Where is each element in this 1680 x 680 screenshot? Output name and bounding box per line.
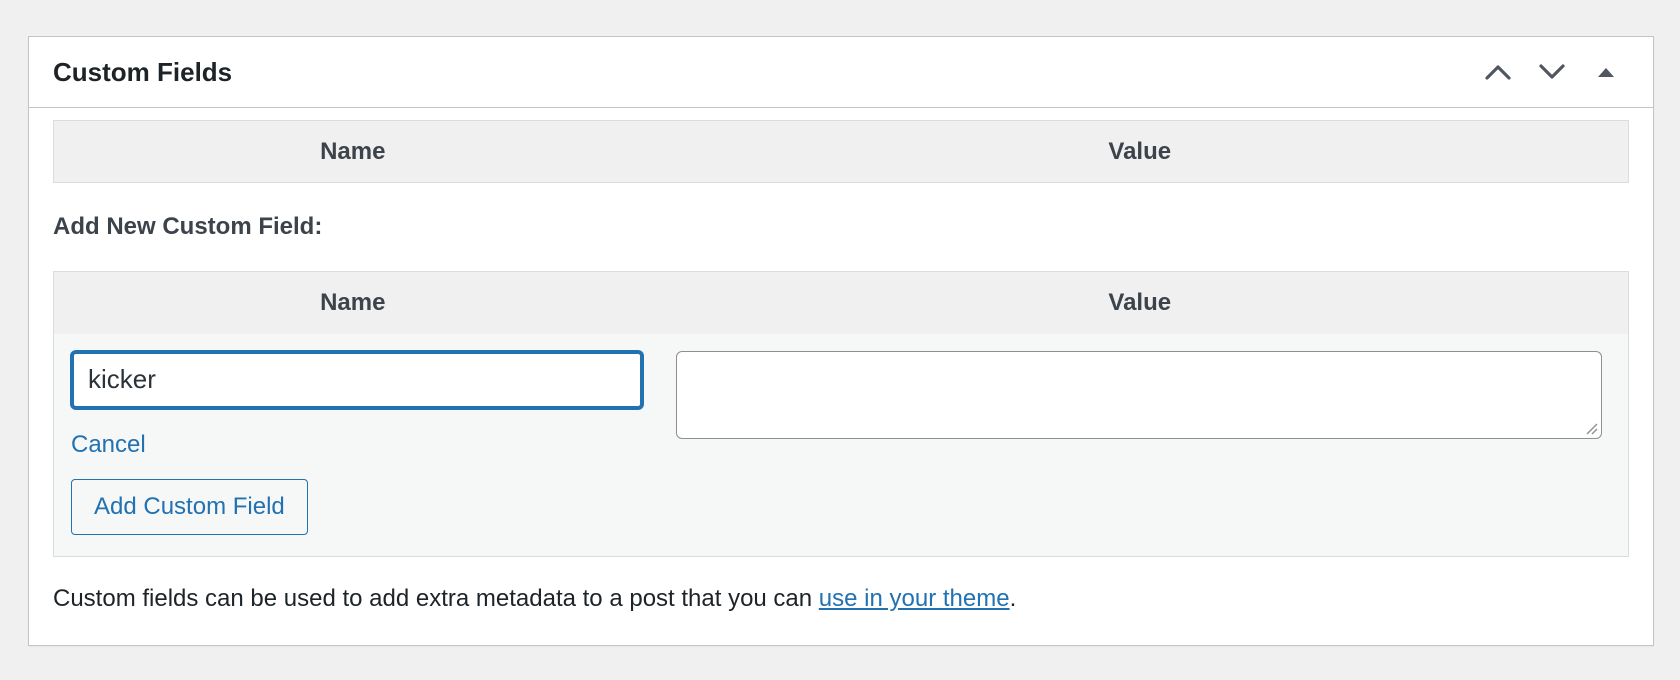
existing-fields-table: Name Value — [53, 120, 1629, 183]
help-text-suffix: . — [1009, 584, 1017, 612]
toggle-panel-button[interactable] — [1583, 49, 1629, 95]
existing-value-header: Value — [651, 120, 1629, 183]
chevron-down-icon — [1539, 64, 1565, 79]
add-new-field-table: Name Value Cancel Add Custom Field — [53, 271, 1629, 557]
metabox-header-actions — [1475, 49, 1629, 95]
custom-fields-metabox: Custom Fields Name Value Add New Custom … — [28, 36, 1654, 646]
metabox-header: Custom Fields — [29, 37, 1653, 108]
help-text-prefix: Custom fields can be used to add extra m… — [53, 584, 819, 612]
new-value-cell — [652, 334, 1628, 556]
new-name-cell: Cancel Add Custom Field — [54, 334, 652, 556]
use-in-theme-link[interactable]: use in your theme — [819, 585, 1010, 612]
new-value-header: Value — [651, 271, 1629, 334]
add-custom-field-button[interactable]: Add Custom Field — [71, 478, 308, 535]
cancel-link[interactable]: Cancel — [71, 431, 146, 459]
custom-fields-help-text: Custom fields can be used to add extra m… — [53, 557, 1629, 613]
move-up-button[interactable] — [1475, 49, 1521, 95]
existing-name-header: Name — [53, 120, 652, 183]
new-field-row: Cancel Add Custom Field — [53, 333, 1629, 556]
chevron-up-icon — [1485, 65, 1511, 80]
metabox-title: Custom Fields — [53, 56, 233, 87]
custom-field-value-textarea[interactable] — [676, 350, 1602, 439]
metabox-content: Name Value Add New Custom Field: Name Va… — [29, 108, 1653, 613]
resize-handle-icon[interactable] — [1584, 421, 1598, 435]
triangle-up-icon — [1598, 68, 1614, 77]
new-name-header: Name — [53, 271, 652, 334]
move-down-button[interactable] — [1529, 49, 1575, 95]
custom-field-name-input[interactable] — [71, 350, 643, 409]
add-new-heading: Add New Custom Field: — [53, 213, 323, 240]
